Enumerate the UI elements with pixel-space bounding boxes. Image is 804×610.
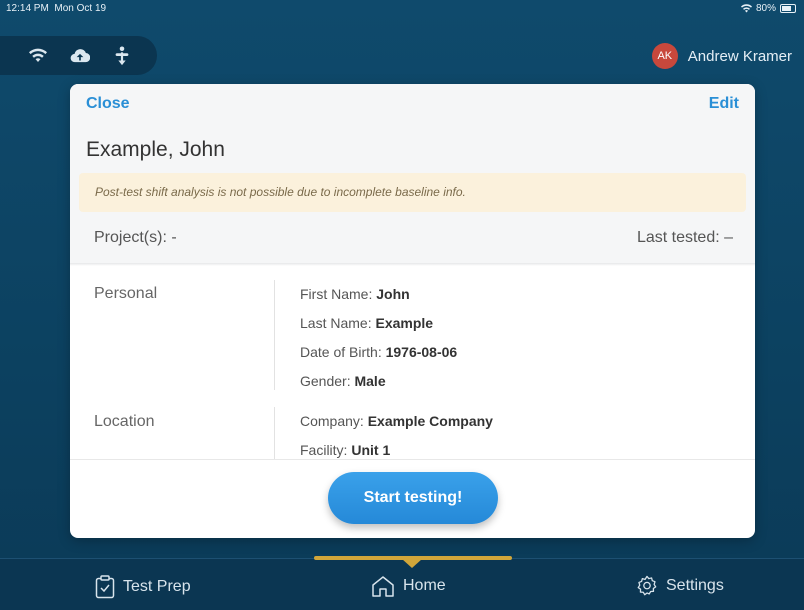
start-testing-button[interactable]: Start testing! [328, 472, 498, 524]
user-menu[interactable]: AK Andrew Kramer [651, 43, 792, 69]
location-fields: Company: Example Company Facility: Unit … [300, 407, 493, 459]
section-divider [274, 280, 275, 390]
avatar: AK [651, 43, 678, 69]
patient-name: Example, John [86, 138, 225, 161]
connection-toolbar [0, 36, 157, 75]
personal-fields: First Name: John Last Name: Example Date… [300, 280, 457, 396]
field-label: Facility: [300, 442, 348, 458]
field-value: Example Company [367, 413, 493, 429]
field-label: Company: [300, 413, 364, 429]
field-label: Gender: [300, 373, 351, 389]
status-right: 80% [740, 3, 796, 14]
home-icon [372, 576, 394, 597]
field-value: John [376, 286, 410, 302]
app-screen: 12:14 PM Mon Oct 19 80% AK Andrew Kramer… [0, 0, 804, 610]
user-name: Andrew Kramer [687, 47, 792, 65]
field-first-name: First Name: John [300, 280, 457, 309]
field-last-name: Last Name: Example [300, 309, 457, 338]
field-value: 1976-08-06 [385, 344, 458, 360]
tab-label: Test Prep [123, 578, 191, 595]
sync-icon[interactable] [112, 45, 132, 66]
clock-date: Mon Oct 19 [54, 3, 107, 14]
field-label: First Name: [300, 286, 373, 302]
battery-percent: 80% [755, 3, 776, 14]
close-button[interactable]: Close [86, 95, 130, 113]
tab-home[interactable]: Home [371, 575, 446, 597]
gear-icon [637, 575, 657, 596]
section-divider [274, 407, 275, 459]
tab-label: Home [403, 577, 446, 594]
tab-label: Settings [666, 577, 724, 594]
cloud-upload-icon[interactable] [70, 46, 90, 66]
baseline-warning: Post-test shift analysis is not possible… [79, 173, 746, 212]
field-facility: Facility: Unit 1 [300, 436, 493, 459]
last-tested-label: Last tested: – [636, 229, 733, 246]
projects-label: Project(s): - [94, 229, 177, 246]
footer-divider [70, 459, 755, 460]
field-label: Last Name: [300, 315, 372, 331]
edit-button[interactable]: Edit [709, 95, 739, 113]
section-title-personal: Personal [94, 285, 158, 302]
clock-time: 12:14 PM [6, 3, 49, 14]
bottom-tab-bar: Test Prep Home Settings [0, 556, 804, 610]
status-time: 12:14 PM Mon Oct 19 [6, 3, 106, 14]
tab-settings[interactable]: Settings [636, 575, 724, 597]
clipboard-icon [95, 575, 115, 599]
status-bar: 12:14 PM Mon Oct 19 80% [0, 0, 804, 18]
battery-icon [780, 4, 796, 13]
field-company: Company: Example Company [300, 407, 493, 436]
field-date-of-birth: Date of Birth: 1976-08-06 [300, 338, 457, 367]
wifi-status-icon [740, 4, 752, 13]
details-scroll-area[interactable]: Personal First Name: John Last Name: Exa… [70, 266, 755, 459]
field-value: Male [354, 373, 386, 389]
field-gender: Gender: Male [300, 367, 457, 396]
tab-test-prep[interactable]: Test Prep [95, 575, 191, 599]
field-value: Unit 1 [351, 442, 391, 458]
active-tab-caret [402, 559, 422, 568]
patient-detail-modal: Close Edit Example, John Post-test shift… [70, 84, 755, 538]
wifi-icon[interactable] [28, 46, 48, 66]
field-value: Example [375, 315, 434, 331]
field-label: Date of Birth: [300, 344, 382, 360]
section-title-location: Location [94, 413, 155, 430]
